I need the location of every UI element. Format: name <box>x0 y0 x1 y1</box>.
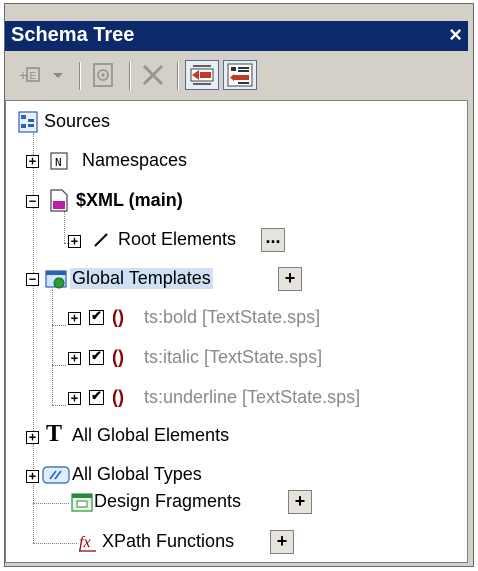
template-checkbox[interactable]: ✔ <box>89 308 104 325</box>
tree-item-label: ts:italic [TextState.sps] <box>144 347 323 367</box>
tree-item-global-templates[interactable]: − Global Templates + <box>14 264 314 294</box>
delete-icon <box>142 64 164 86</box>
chevron-down-icon <box>53 73 63 78</box>
tree-item-label: ts:bold [TextState.sps] <box>144 307 321 327</box>
sort-button[interactable] <box>185 60 219 90</box>
expand-icon[interactable]: + <box>26 155 39 168</box>
add-element-icon: + E <box>19 67 40 83</box>
tree-item-label: All Global Types <box>72 464 202 484</box>
template-script-icon: () <box>112 307 124 327</box>
schema-tree: Sources + N Namespaces − $XML (main) + R… <box>5 100 468 563</box>
template-script-icon: () <box>112 347 124 367</box>
tree-item-label: Sources <box>44 111 111 131</box>
tree-item-template[interactable]: + ✔ () ts:bold [TextState.sps] <box>14 303 414 333</box>
tree-item-label: XPath Functions <box>102 531 235 551</box>
close-icon[interactable]: × <box>449 22 462 48</box>
source-icon <box>227 63 253 87</box>
tree-item-template[interactable]: + ✔ () ts:italic [TextState.sps] <box>14 343 414 373</box>
expand-icon[interactable]: + <box>68 392 81 405</box>
add-xpath-function-button[interactable]: + <box>270 530 294 554</box>
title-bar: Schema Tree × <box>5 21 468 51</box>
tree-item-xpath-functions[interactable]: fx XPath Functions + <box>14 527 334 557</box>
toolbar: + E <box>5 56 468 96</box>
toolbar-separator <box>129 62 131 90</box>
global-templates-icon <box>45 270 67 289</box>
check-icon: ✔ <box>91 308 102 323</box>
root-elements-browse-button[interactable]: ... <box>261 228 285 252</box>
add-dropdown-button[interactable] <box>49 60 67 90</box>
expand-icon[interactable]: + <box>26 470 39 483</box>
tree-item-xml-main[interactable]: − $XML (main) <box>14 186 314 216</box>
namespace-icon: N <box>50 152 68 170</box>
xml-file-icon <box>50 189 68 212</box>
template-script-icon: () <box>112 387 124 407</box>
all-global-elements-icon: T <box>46 421 63 447</box>
tree-item-all-global-types[interactable]: + All Global Types <box>14 460 334 490</box>
namespace-glyph: N <box>55 156 62 169</box>
check-icon: ✔ <box>91 348 102 363</box>
tree-item-label: $XML (main) <box>76 190 183 210</box>
tree-item-template[interactable]: + ✔ () ts:underline [TextState.sps] <box>14 383 434 413</box>
tree-item-label: Namespaces <box>82 150 188 170</box>
sources-icon <box>18 111 38 133</box>
expand-icon[interactable]: + <box>68 312 81 325</box>
tree-item-label: Global Templates <box>70 268 213 289</box>
tree-item-root-elements[interactable]: + Root Elements ... <box>14 225 314 255</box>
xpath-functions-glyph: fx <box>79 534 91 551</box>
tree-item-design-fragments[interactable]: Design Fragments + <box>14 487 334 517</box>
collapse-icon[interactable]: − <box>26 273 39 286</box>
expand-icon[interactable]: + <box>68 352 81 365</box>
tree-item-sources[interactable]: Sources <box>14 107 314 137</box>
collapse-icon[interactable]: − <box>26 195 39 208</box>
tree-item-label: All Global Elements <box>72 425 230 445</box>
tree-item-label: Root Elements <box>118 229 237 249</box>
svg-text:E: E <box>30 71 37 82</box>
panel-title: Schema Tree <box>11 24 135 46</box>
template-checkbox[interactable]: ✔ <box>89 388 104 405</box>
tree-item-label: Design Fragments <box>94 491 242 511</box>
check-icon: ✔ <box>91 388 102 403</box>
template-checkbox[interactable]: ✔ <box>89 348 104 365</box>
all-global-types-icon <box>42 466 70 484</box>
xpath-functions-icon: fx <box>79 534 96 552</box>
properties-icon <box>93 63 113 87</box>
add-design-fragment-button[interactable]: + <box>288 490 312 514</box>
element-properties-button[interactable] <box>87 60 119 90</box>
toolbar-separator <box>79 62 81 90</box>
sort-icon <box>190 65 214 85</box>
show-source-button[interactable] <box>223 60 257 90</box>
tree-item-namespaces[interactable]: + N Namespaces <box>14 146 314 176</box>
root-elements-icon <box>94 233 108 247</box>
add-element-button[interactable]: + E <box>13 60 49 90</box>
design-fragments-icon <box>71 493 93 512</box>
toolbar-separator <box>177 62 179 90</box>
delete-button[interactable] <box>138 60 168 90</box>
tree-item-label: ts:underline [TextState.sps] <box>144 387 361 407</box>
svg-text:+: + <box>19 67 27 83</box>
tree-item-all-global-elements[interactable]: + T All Global Elements <box>14 421 334 451</box>
expand-icon[interactable]: + <box>68 235 81 248</box>
expand-icon[interactable]: + <box>26 431 39 444</box>
add-global-template-button[interactable]: + <box>278 267 302 291</box>
